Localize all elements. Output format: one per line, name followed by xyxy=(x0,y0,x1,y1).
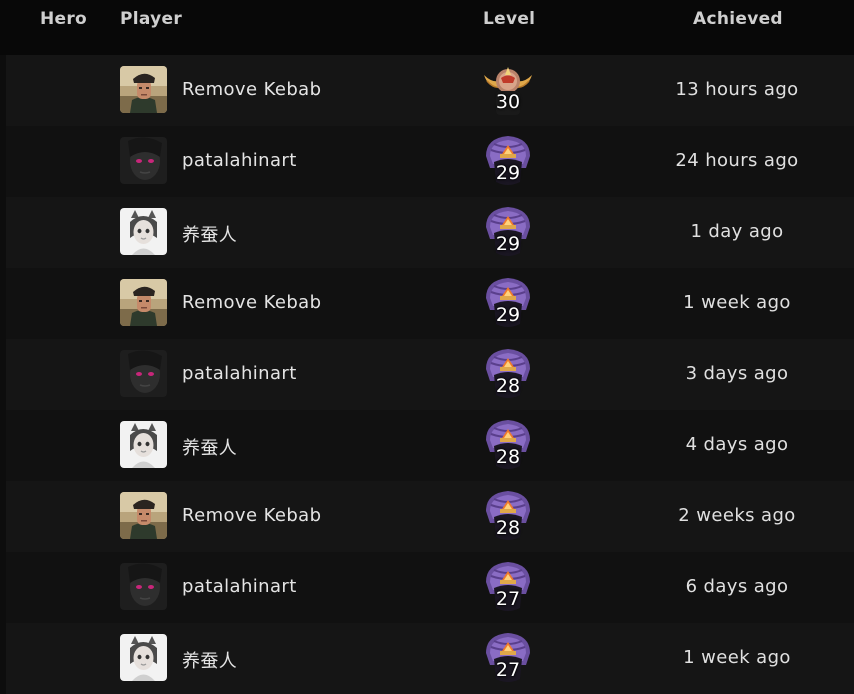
player-avatar[interactable] xyxy=(120,208,167,255)
level-column-header[interactable]: Level xyxy=(483,9,535,29)
level-number: 28 xyxy=(495,375,521,397)
player-avatar[interactable] xyxy=(120,137,167,184)
achieved-time: 13 hours ago xyxy=(675,79,799,100)
level-badge-icon: 28 xyxy=(480,345,536,405)
level-number: 28 xyxy=(495,517,521,539)
player-name-link[interactable]: 养蚕人 xyxy=(182,647,237,673)
level-number: 28 xyxy=(495,446,521,468)
hero-cell xyxy=(6,339,106,410)
table-row[interactable]: patalahinart 29 24 hours ago xyxy=(6,126,854,197)
level-number: 29 xyxy=(495,304,521,326)
level-badge-icon: 30 xyxy=(480,61,536,121)
table-row[interactable]: patalahinart 28 3 days ago xyxy=(6,339,854,410)
achieved-time: 3 days ago xyxy=(685,363,789,384)
level-number: 27 xyxy=(495,588,521,610)
player-avatar[interactable] xyxy=(120,492,167,539)
player-avatar[interactable] xyxy=(120,563,167,610)
level-badge-icon: 29 xyxy=(480,274,536,334)
level-badge-icon: 29 xyxy=(480,132,536,192)
player-column-header[interactable]: Player xyxy=(120,9,182,29)
level-badge-icon: 29 xyxy=(480,203,536,263)
table-row[interactable]: 养蚕人 29 1 day ago xyxy=(6,197,854,268)
player-name-link[interactable]: patalahinart xyxy=(182,576,297,597)
level-badge-icon: 28 xyxy=(480,487,536,547)
achieved-time: 1 week ago xyxy=(683,292,791,313)
achieved-time: 24 hours ago xyxy=(675,150,799,171)
table-row[interactable]: patalahinart 27 6 days ago xyxy=(6,552,854,623)
table-row[interactable]: 养蚕人 27 1 week ago xyxy=(6,623,854,694)
hero-column-header[interactable]: Hero xyxy=(40,9,87,29)
player-avatar[interactable] xyxy=(120,634,167,681)
player-avatar[interactable] xyxy=(120,350,167,397)
achieved-time: 6 days ago xyxy=(685,576,789,597)
level-badge-icon: 27 xyxy=(480,629,536,689)
table-row[interactable]: Remove Kebab 28 2 weeks ago xyxy=(6,481,854,552)
level-number: 29 xyxy=(495,233,521,255)
hero-cell xyxy=(6,623,106,694)
hero-cell xyxy=(6,410,106,481)
table-header: Hero Player Level Achieved xyxy=(0,0,854,55)
level-badge-icon: 27 xyxy=(480,558,536,618)
player-name-link[interactable]: 养蚕人 xyxy=(182,221,237,247)
hero-cell xyxy=(6,481,106,552)
table-row[interactable]: Remove Kebab 29 1 week ago xyxy=(6,268,854,339)
player-avatar[interactable] xyxy=(120,66,167,113)
player-avatar[interactable] xyxy=(120,279,167,326)
achieved-time: 4 days ago xyxy=(685,434,789,455)
table-row[interactable]: 养蚕人 28 4 days ago xyxy=(6,410,854,481)
player-name-link[interactable]: 养蚕人 xyxy=(182,434,237,460)
table-row[interactable]: Remove Kebab 30 13 hours ago xyxy=(6,55,854,126)
hero-cell xyxy=(6,552,106,623)
hero-cell xyxy=(6,55,106,126)
level-badge-icon: 28 xyxy=(480,416,536,476)
player-avatar[interactable] xyxy=(120,421,167,468)
level-number: 30 xyxy=(495,91,521,113)
hero-cell xyxy=(6,268,106,339)
player-name-link[interactable]: Remove Kebab xyxy=(182,79,321,100)
player-name-link[interactable]: patalahinart xyxy=(182,150,297,171)
hero-cell xyxy=(6,197,106,268)
level-number: 27 xyxy=(495,659,521,681)
hero-cell xyxy=(6,126,106,197)
player-name-link[interactable]: Remove Kebab xyxy=(182,292,321,313)
achieved-time: 2 weeks ago xyxy=(678,505,796,526)
achieved-column-header[interactable]: Achieved xyxy=(693,9,783,29)
leaderboard-table: Remove Kebab 30 13 hours ago patalahinart… xyxy=(6,55,854,694)
player-name-link[interactable]: patalahinart xyxy=(182,363,297,384)
level-number: 29 xyxy=(495,162,521,184)
achieved-time: 1 day ago xyxy=(690,221,784,242)
achieved-time: 1 week ago xyxy=(683,647,791,668)
player-name-link[interactable]: Remove Kebab xyxy=(182,505,321,526)
